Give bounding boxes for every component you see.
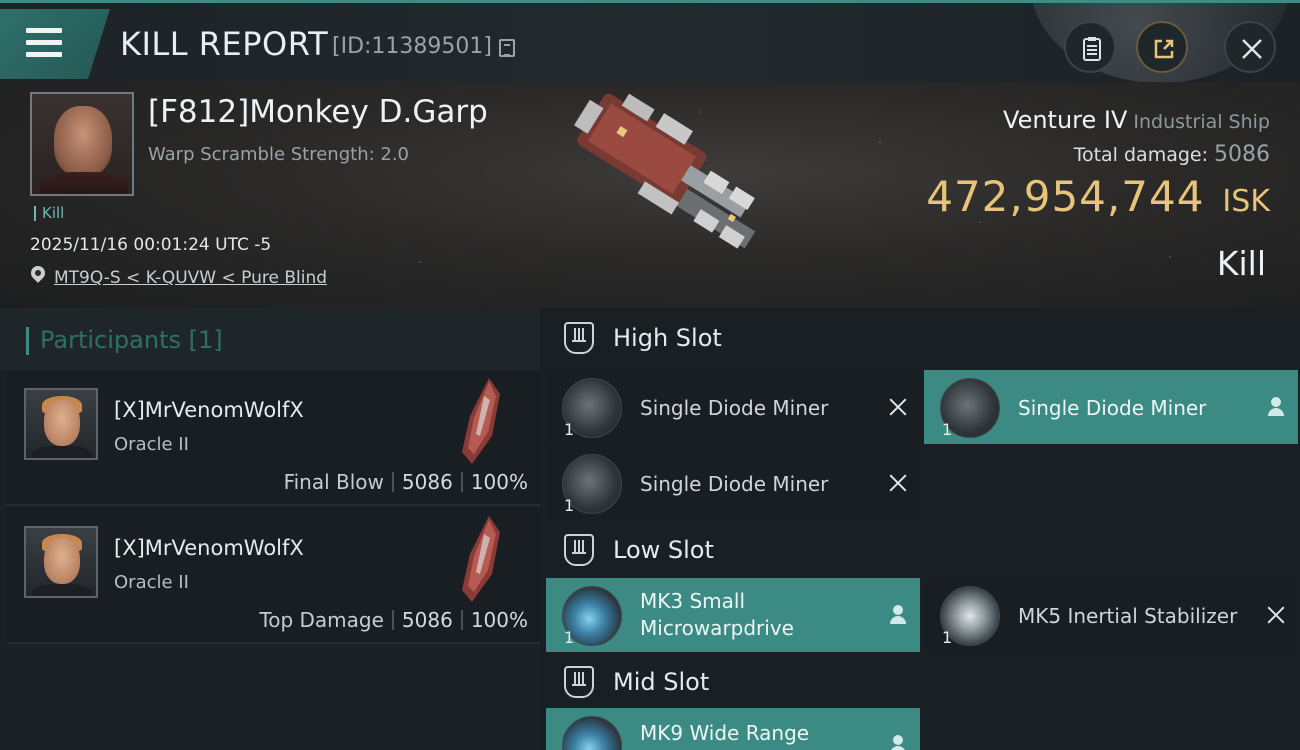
- ship-name-line: Venture IV Industrial Ship: [1003, 106, 1270, 134]
- victim-summary: [F812]Monkey D.Garp Warp Scramble Streng…: [0, 82, 1300, 308]
- module-quantity: 1: [564, 628, 575, 647]
- module-item[interactable]: 1 Single Diode Miner: [546, 370, 920, 444]
- module-item[interactable]: 1 Single Diode Miner: [546, 446, 920, 520]
- module-name: Single Diode Miner: [640, 472, 829, 496]
- kill-tag: Kill: [34, 206, 64, 221]
- module-name: Single Diode Miner: [640, 396, 829, 420]
- victim-avatar[interactable]: [30, 92, 134, 196]
- share-icon: [1154, 39, 1174, 59]
- module-quantity: 1: [564, 496, 575, 515]
- module-item[interactable]: 1 MK9 Wide Range: [546, 708, 920, 750]
- participants-header: Participants [1]: [0, 308, 540, 370]
- dropped-person-icon: [888, 735, 908, 750]
- victim-ship-image[interactable]: [528, 92, 778, 302]
- isk-value: 472,954,744: [926, 172, 1205, 221]
- menu-icon: [26, 28, 62, 64]
- dropped-person-icon: [1266, 397, 1286, 417]
- scanner-module-icon: [562, 716, 622, 750]
- slot-icon: [564, 666, 594, 698]
- module-quantity: 1: [564, 420, 575, 439]
- module-name: Single Diode Miner: [1018, 396, 1207, 420]
- isk-unit: ISK: [1222, 184, 1270, 219]
- isk-line: 472,954,744 ISK: [926, 172, 1270, 221]
- close-button[interactable]: [1224, 21, 1276, 73]
- report-id: [ID:11389501]: [332, 34, 492, 59]
- participant-role: Final Blow: [283, 470, 384, 494]
- total-damage-label: Total damage:: [1073, 144, 1208, 166]
- kill-result: Kill: [1216, 244, 1266, 283]
- module-name: MK9 Wide Range: [640, 721, 810, 745]
- participant-role: Top Damage: [259, 608, 384, 632]
- participant-avatar[interactable]: [24, 526, 98, 598]
- module-quantity: 1: [942, 628, 953, 647]
- top-bar: KILL REPORT [ID:11389501]: [0, 0, 1300, 83]
- participant-row[interactable]: [X]MrVenomWolfX Oracle II Top Damage 5086…: [6, 508, 540, 644]
- low-slot-header: Low Slot: [540, 520, 1300, 582]
- warp-scramble-strength: Warp Scramble Strength: 2.0: [148, 144, 410, 165]
- high-slot-header: High Slot: [540, 308, 1300, 370]
- menu-button[interactable]: [0, 9, 110, 79]
- participants-title: Participants [1]: [40, 326, 223, 354]
- copy-icon[interactable]: [499, 39, 515, 57]
- slot-icon: [564, 322, 594, 354]
- clipboard-icon: [1083, 37, 1101, 61]
- low-slot-title: Low Slot: [613, 536, 714, 564]
- high-slot-title: High Slot: [613, 324, 722, 352]
- kill-datetime: 2025/11/16 00:01:24 UTC -5: [30, 235, 272, 255]
- location-link[interactable]: MT9Q-S < K-QUVW < Pure Blind: [54, 268, 327, 288]
- participants-panel: Participants [1] [X]MrVenomWolfX Oracle …: [0, 308, 540, 750]
- module-item[interactable]: 1 Single Diode Miner: [924, 370, 1298, 444]
- participant-stats: Final Blow 5086 100%: [284, 470, 528, 494]
- slot-icon: [564, 534, 594, 566]
- participant-ship-image: [462, 516, 500, 602]
- destroyed-x-icon: [888, 397, 908, 417]
- participant-stats: Top Damage 5086 100%: [259, 608, 528, 632]
- notes-button[interactable]: [1064, 21, 1116, 73]
- participant-ship: Oracle II: [114, 572, 189, 593]
- share-button[interactable]: [1136, 21, 1188, 73]
- participant-damage: 5086: [401, 470, 453, 494]
- module-name: MK3 Small Microwarpdrive: [640, 589, 794, 640]
- destroyed-x-icon: [888, 473, 908, 493]
- close-icon: [1242, 39, 1262, 59]
- mid-slot-header: Mid Slot: [540, 652, 1300, 714]
- participant-avatar[interactable]: [24, 388, 98, 460]
- module-item[interactable]: 1 MK3 Small Microwarpdrive: [546, 578, 920, 652]
- ship-name[interactable]: Venture IV: [1003, 106, 1127, 134]
- ship-class: Industrial Ship: [1133, 111, 1270, 133]
- mid-slot-title: Mid Slot: [613, 668, 710, 696]
- participant-name[interactable]: [X]MrVenomWolfX: [114, 398, 304, 422]
- participant-name[interactable]: [X]MrVenomWolfX: [114, 536, 304, 560]
- dropped-person-icon: [888, 605, 908, 625]
- total-damage-value: 5086: [1214, 142, 1270, 167]
- module-quantity: 1: [942, 420, 953, 439]
- participant-ship-image: [462, 378, 500, 464]
- destroyed-x-icon: [1266, 605, 1286, 625]
- participant-damage: 5086: [401, 608, 453, 632]
- page-title: KILL REPORT: [120, 25, 329, 63]
- module-name: MK5 Inertial Stabilizer: [1018, 604, 1238, 628]
- participant-ship: Oracle II: [114, 434, 189, 455]
- victim-name[interactable]: [F812]Monkey D.Garp: [148, 94, 488, 130]
- total-damage-line: Total damage: 5086: [1074, 142, 1270, 167]
- participant-percent: 100%: [470, 470, 528, 494]
- fitting-panel: High Slot 1 Single Diode Miner 1 Single …: [540, 308, 1300, 750]
- module-item[interactable]: 1 MK5 Inertial Stabilizer: [924, 578, 1298, 652]
- participant-row[interactable]: [X]MrVenomWolfX Oracle II Final Blow 5086…: [6, 370, 540, 506]
- participant-percent: 100%: [470, 608, 528, 632]
